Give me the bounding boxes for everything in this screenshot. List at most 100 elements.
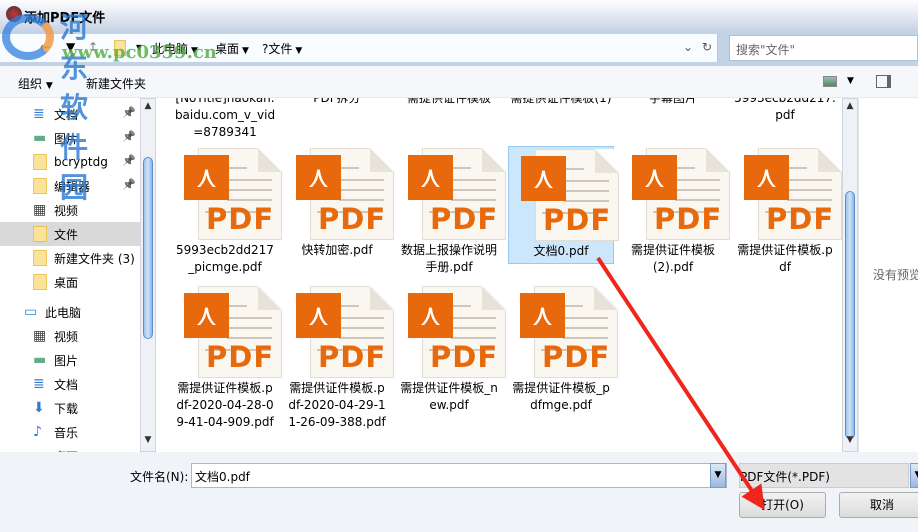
- file-name: 需提供证件模板(2).pdf: [630, 243, 715, 274]
- document-icon: ≣: [33, 106, 45, 122]
- nav-item-label: bcryptdg: [54, 155, 108, 169]
- file-tile[interactable]: ⋏ PDF 需提供证件模板_new.pdf: [396, 284, 506, 414]
- crumb-chevron-icon[interactable]: ▾: [136, 40, 142, 54]
- nav-item-label: 编辑器: [54, 179, 91, 194]
- cancel-button[interactable]: 取消: [839, 492, 918, 518]
- pin-icon[interactable]: 📌: [122, 130, 136, 143]
- nav-item-label: 图片: [54, 353, 79, 368]
- file-name: 数据上报操作说明手册.pdf: [400, 243, 497, 274]
- filename-label: 文件名(N):: [130, 470, 189, 484]
- file-tile[interactable]: ⋏ PDF 需提供证件模板(2).pdf: [620, 146, 730, 276]
- refresh-icon[interactable]: ↻: [702, 40, 712, 54]
- toolbar: 组织 ▼ 新建文件夹 ▼: [0, 66, 918, 98]
- file-tile[interactable]: 需提供证件模板: [396, 98, 502, 107]
- address-dropdown-icon[interactable]: ⌄: [683, 40, 693, 54]
- file-type-select[interactable]: PDF文件(*.PDF): [739, 463, 909, 488]
- scroll-up-icon[interactable]: ▲: [843, 101, 857, 115]
- organize-button[interactable]: 组织 ▼: [18, 75, 53, 92]
- history-dropdown-icon[interactable]: ▼: [66, 40, 75, 54]
- folder-icon: [33, 274, 47, 290]
- file-name: 需提供证件模板.pdf-2020-04-28-09-41-04-909.pdf: [176, 381, 274, 429]
- file-name: [NoTitle]haokan.baidu.com_v_vid=8789341: [174, 98, 276, 139]
- file-tile[interactable]: ⋏ PDF 需提供证件模板.pdf-2020-04-28-09-41-04-909.…: [172, 284, 282, 431]
- file-tile[interactable]: PDF拆分: [284, 98, 390, 107]
- address-bar[interactable]: ← ▼ ↑ ▾ 此电脑 ▼ 桌面 ▼ ?文件 ▼ ⌄ ↻: [0, 34, 718, 62]
- no-preview-text: 没有预览: [873, 268, 918, 282]
- nav-item[interactable]: ▦ 视频: [0, 198, 140, 222]
- file-type-dropdown-icon[interactable]: ▼: [910, 463, 918, 488]
- new-folder-button[interactable]: 新建文件夹: [86, 75, 146, 92]
- preview-pane: 没有预览: [858, 98, 918, 452]
- back-icon[interactable]: ←: [40, 40, 50, 54]
- file-tile[interactable]: 需提供证件模板(1): [508, 98, 614, 107]
- open-button[interactable]: 打开(O): [739, 492, 826, 518]
- pin-icon[interactable]: 📌: [122, 106, 136, 119]
- folder-icon: [33, 250, 47, 266]
- title-bar: 添加PDF文件: [0, 0, 918, 31]
- window-title: 添加PDF文件: [24, 11, 106, 26]
- filename-dropdown-icon[interactable]: ▼: [710, 463, 726, 488]
- pdf-file-icon: ⋏ PDF: [172, 146, 282, 242]
- file-tile[interactable]: 字幕图片: [620, 98, 726, 107]
- file-tile[interactable]: [NoTitle]haokan.baidu.com_v_vid=8789341: [172, 98, 278, 141]
- file-name: 5993ecb2dd217.pdf: [734, 98, 836, 122]
- filename-input[interactable]: 文档0.pdf: [191, 463, 727, 488]
- file-tile[interactable]: ⋏ PDF 5993ecb2dd217_picmge.pdf: [172, 146, 282, 276]
- folder-icon: [33, 154, 47, 170]
- preview-pane-icon[interactable]: [876, 75, 891, 88]
- file-name: 字幕图片: [648, 98, 697, 105]
- search-input[interactable]: 搜索"文件": [729, 35, 918, 61]
- files-scroll-thumb[interactable]: [845, 191, 855, 439]
- nav-item[interactable]: 编辑器 📌: [0, 174, 140, 198]
- nav-item[interactable]: ▬ 图片: [0, 348, 140, 372]
- nav-item[interactable]: bcryptdg 📌: [0, 150, 140, 174]
- file-name: 需提供证件模板.pdf: [737, 243, 833, 274]
- nav-item-label: 下载: [54, 401, 79, 416]
- file-tile[interactable]: ⋏ PDF 数据上报操作说明手册.pdf: [396, 146, 506, 276]
- bottom-bar: 文件名(N): 文档0.pdf ▼ PDF文件(*.PDF) ▼ 打开(O) 取…: [0, 452, 918, 532]
- file-tile[interactable]: ⋏ PDF 需提供证件模板.pdf-2020-04-29-11-26-09-388.…: [284, 284, 394, 431]
- video-icon: ▦: [33, 328, 47, 344]
- pin-icon[interactable]: 📌: [122, 178, 136, 191]
- download-icon: ⬇: [33, 400, 45, 416]
- file-tile[interactable]: ⋏ PDF 需提供证件模板_pdfmge.pdf: [508, 284, 618, 414]
- folder-icon: [33, 178, 47, 194]
- file-tile[interactable]: ⋏ PDF 需提供证件模板.pdf: [732, 146, 842, 276]
- up-icon[interactable]: ↑: [88, 40, 98, 54]
- nav-item[interactable]: ♪ 音乐: [0, 420, 140, 444]
- pdf-file-icon: ⋏ PDF: [396, 146, 506, 242]
- pdf-file-icon: ⋏ PDF: [284, 284, 394, 380]
- pdf-file-icon: ⋏ PDF: [509, 147, 619, 243]
- crumb-this-pc[interactable]: 此电脑 ▼: [152, 40, 198, 57]
- crumb-desktop[interactable]: 桌面 ▼: [215, 40, 249, 57]
- file-tile[interactable]: ⋏ PDF 快转加密.pdf: [284, 146, 394, 259]
- scroll-down-icon[interactable]: ▼: [141, 435, 155, 449]
- view-icon[interactable]: [823, 76, 837, 87]
- nav-item[interactable]: 桌面: [0, 270, 140, 294]
- nav-item-label: 新建文件夹 (3): [54, 251, 135, 266]
- scroll-up-icon[interactable]: ▲: [141, 101, 155, 115]
- view-dropdown-icon[interactable]: ▼: [847, 76, 854, 86]
- file-tile[interactable]: ⋏ PDF 文档0.pdf: [508, 146, 619, 264]
- nav-scrollbar[interactable]: ▲ ▼: [140, 98, 156, 452]
- files-scrollbar[interactable]: ▲ ▼: [842, 98, 858, 452]
- pin-icon[interactable]: 📌: [122, 154, 136, 167]
- nav-item[interactable]: ⬇ 下载: [0, 396, 140, 420]
- nav-item[interactable]: ≣ 文档: [0, 372, 140, 396]
- file-tile[interactable]: 5993ecb2dd217.pdf: [732, 98, 838, 124]
- nav-scroll-thumb[interactable]: [143, 157, 153, 339]
- picture-icon: ▬: [33, 352, 47, 368]
- nav-item-label: 文档: [54, 107, 79, 122]
- nav-item-label: 此电脑: [45, 305, 82, 320]
- nav-item[interactable]: ▬ 图片 📌: [0, 126, 140, 150]
- nav-item[interactable]: ▬桌面: [0, 444, 140, 452]
- nav-item[interactable]: 新建文件夹 (3): [0, 246, 140, 270]
- nav-item[interactable]: ▦ 视频: [0, 324, 140, 348]
- nav-item[interactable]: 文件: [0, 222, 140, 246]
- scroll-down-icon[interactable]: ▼: [843, 435, 857, 449]
- nav-item[interactable]: ≣ 文档 📌: [0, 102, 140, 126]
- nav-item-label: 桌面: [54, 275, 79, 290]
- nav-item[interactable]: ▭ 此电脑: [0, 300, 140, 324]
- crumb-files[interactable]: ?文件 ▼: [262, 40, 302, 57]
- nav-item-label: 视频: [54, 203, 79, 218]
